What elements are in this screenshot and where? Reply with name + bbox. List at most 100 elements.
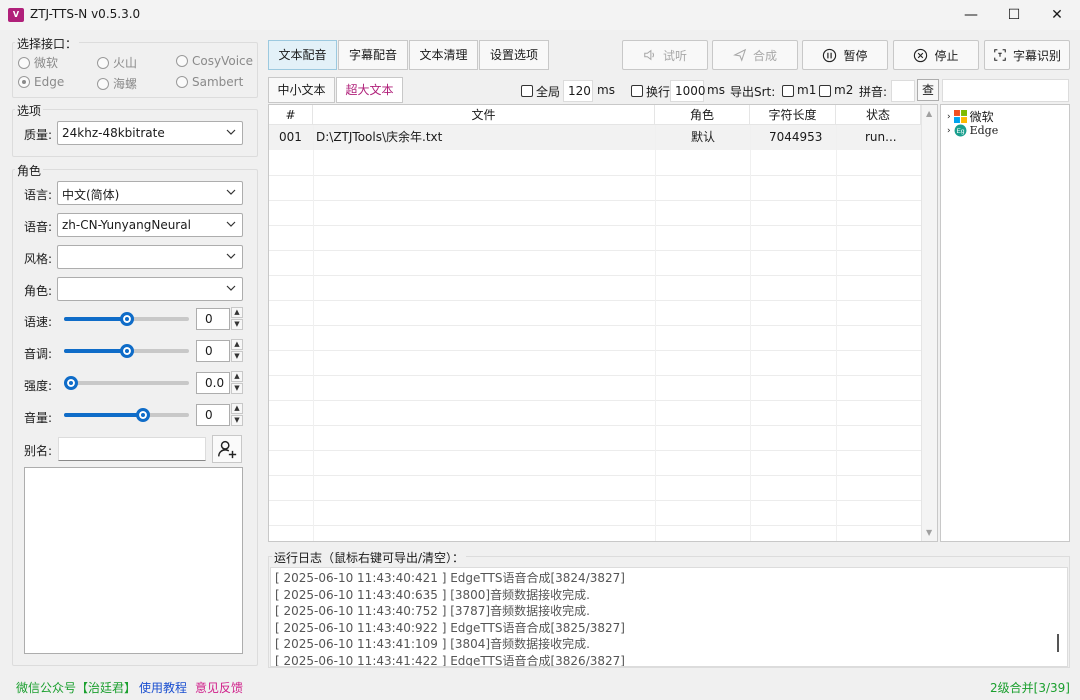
global-checkbox[interactable] [521, 85, 533, 97]
volume-value: 0 [205, 408, 213, 422]
newline-checkbox[interactable] [631, 85, 643, 97]
speed-slider-thumb[interactable] [119, 312, 134, 326]
pause-button[interactable]: 暂停 [802, 40, 888, 70]
synthesize-button[interactable]: 合成 [712, 40, 798, 70]
table-column-divider [750, 125, 751, 541]
subtitle-recognition-button[interactable]: 字幕识别 [984, 40, 1070, 70]
radio-sambert[interactable]: Sambert [176, 75, 243, 89]
radio-edge[interactable]: Edge [18, 75, 64, 89]
log-line: [ 2025-06-10 11:43:41:422 ] EdgeTTS语音合成[… [275, 653, 625, 667]
alias-label: 别名: [24, 444, 53, 458]
lookup-input[interactable] [942, 79, 1069, 102]
scroll-down-icon[interactable]: ▼ [926, 528, 932, 537]
volume-spin-up-icon[interactable]: ▲ [231, 403, 243, 414]
newline-ms-input[interactable]: 1000 [670, 80, 706, 102]
minimize-button[interactable]: — [948, 0, 994, 30]
tab-settings[interactable]: 设置选项 [479, 40, 549, 70]
radio-hailuo[interactable]: 海螺 [97, 75, 137, 92]
listen-button[interactable]: 试听 [622, 40, 708, 70]
file-table[interactable]: # 文件 角色 字符长度 状态 001 D:\ZTJTools\庆余年.txt … [268, 104, 938, 542]
pinyin-input[interactable] [891, 80, 915, 102]
col-header-status[interactable]: 状态 [836, 105, 921, 125]
global-ms-input[interactable]: 120 [563, 80, 593, 102]
radio-weiruan[interactable]: 微软 [18, 54, 58, 71]
pitch-label: 音调: [24, 347, 53, 361]
pitch-slider-thumb[interactable] [119, 344, 134, 358]
table-gridline [269, 350, 921, 351]
tab-text-dubbing[interactable]: 文本配音 [268, 40, 337, 70]
log-line: [ 2025-06-10 11:43:40:922 ] EdgeTTS语音合成[… [275, 620, 625, 635]
pitch-spin-down-icon[interactable]: ▼ [231, 351, 243, 362]
role-select[interactable] [57, 277, 243, 301]
intensity-spin-down-icon[interactable]: ▼ [231, 383, 243, 394]
radio-cosyvoice[interactable]: CosyVoice [176, 54, 253, 68]
pitch-value-input[interactable]: 0 [196, 340, 230, 362]
global-ms-unit: ms [597, 83, 615, 97]
tree-item-edge[interactable]: › Eg Edge [947, 124, 998, 137]
intensity-value-input[interactable]: 0.0 [196, 372, 230, 394]
log-panel[interactable]: [ 2025-06-10 11:43:40:421 ] EdgeTTS语音合成[… [270, 567, 1068, 667]
m1-checkbox[interactable] [782, 85, 794, 97]
language-select[interactable]: 中文(简体) [57, 181, 243, 205]
role-group-label: 角色 [15, 162, 44, 179]
row-role: 默认 [691, 130, 716, 144]
table-gridline [269, 500, 921, 501]
subtab-small-text[interactable]: 中小文本 [268, 77, 335, 103]
feedback-link[interactable]: 意见反馈 [195, 679, 243, 696]
volume-slider[interactable] [64, 413, 189, 417]
volume-slider-fill [64, 413, 146, 417]
tab-text-cleanup[interactable]: 文本清理 [409, 40, 478, 70]
close-button[interactable]: ✕ [1034, 0, 1080, 30]
title-bar: V ZTJ-TTS-N v0.5.3.0 — ☐ ✕ [0, 0, 1080, 30]
alias-list[interactable] [24, 467, 243, 654]
stop-button[interactable]: 停止 [893, 40, 979, 70]
style-select[interactable] [57, 245, 243, 269]
chevron-down-icon [226, 285, 236, 291]
col-header-length[interactable]: 字符长度 [750, 105, 836, 125]
voice-tree[interactable]: › 微软 › Eg Edge [940, 104, 1070, 542]
intensity-slider[interactable] [64, 381, 189, 385]
table-scrollbar[interactable]: ▲ ▼ [921, 105, 937, 541]
table-gridline [269, 425, 921, 426]
options-group-label: 选项 [15, 102, 44, 119]
alias-input[interactable] [58, 437, 206, 461]
volume-spin-down-icon[interactable]: ▼ [231, 415, 243, 426]
radio-huoshan[interactable]: 火山 [97, 54, 137, 71]
speed-spin-down-icon[interactable]: ▼ [231, 319, 243, 330]
radio-dot [176, 76, 188, 88]
volume-value-input[interactable]: 0 [196, 404, 230, 426]
volume-label: 音量: [24, 411, 53, 425]
subtab-large-text[interactable]: 超大文本 [336, 77, 403, 103]
tutorial-link[interactable]: 使用教程 [139, 679, 187, 696]
intensity-slider-thumb[interactable] [64, 376, 78, 390]
chevron-right-icon: › [947, 111, 951, 122]
row-file: D:\ZTJTools\庆余年.txt [316, 130, 443, 144]
log-scroll-thumb[interactable] [1057, 634, 1059, 652]
tab-subtitle-dubbing[interactable]: 字幕配音 [338, 40, 408, 70]
table-gridline [269, 175, 921, 176]
voice-select[interactable]: zh-CN-YunyangNeural [57, 213, 243, 237]
quality-select[interactable]: 24khz-48kbitrate [57, 121, 243, 145]
col-header-role[interactable]: 角色 [655, 105, 750, 125]
quality-label: 质量: [24, 128, 53, 142]
speed-value-input[interactable]: 0 [196, 308, 230, 330]
maximize-button[interactable]: ☐ [991, 0, 1037, 30]
chevron-down-icon [226, 129, 236, 135]
pinyin-label: 拼音: [859, 85, 888, 99]
app-icon: V [8, 8, 24, 22]
scan-icon [994, 49, 1006, 61]
lookup-button[interactable]: 查 [917, 79, 939, 101]
table-row[interactable]: 001 D:\ZTJTools\庆余年.txt 默认 7044953 run..… [269, 125, 921, 150]
speed-slider-fill [64, 317, 127, 321]
speed-spin-up-icon[interactable]: ▲ [231, 307, 243, 318]
pitch-spin-up-icon[interactable]: ▲ [231, 339, 243, 350]
intensity-spin-up-icon[interactable]: ▲ [231, 371, 243, 382]
scroll-up-icon[interactable]: ▲ [926, 109, 932, 118]
add-alias-button[interactable] [212, 435, 242, 463]
wechat-link[interactable]: 微信公众号【治廷君】 [16, 679, 136, 696]
tree-item-microsoft[interactable]: › 微软 [947, 108, 994, 125]
log-line: [ 2025-06-10 11:43:40:421 ] EdgeTTS语音合成[… [275, 571, 625, 585]
m2-checkbox[interactable] [819, 85, 831, 97]
col-header-num[interactable]: # [269, 105, 313, 125]
col-header-file[interactable]: 文件 [313, 105, 655, 125]
